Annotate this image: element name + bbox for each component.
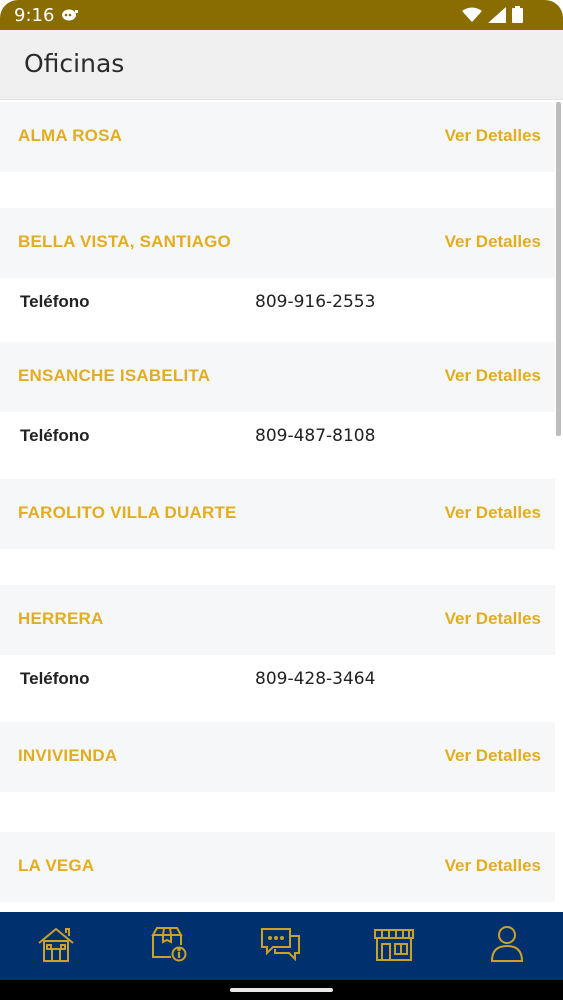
bottom-nav — [0, 912, 563, 980]
office-name: HERRERA — [18, 609, 104, 628]
office-name: ENSANCHE ISABELITA — [18, 366, 211, 385]
office-name: BELLA VISTA, SANTIAGO — [18, 232, 231, 251]
ver-detalles-link[interactable]: Ver Detalles — [445, 126, 541, 146]
ver-detalles-link[interactable]: Ver Detalles — [445, 609, 541, 629]
nav-shipments[interactable] — [139, 921, 199, 971]
office-item: HERRERA Ver Detalles Teléfono 809-428-34… — [0, 585, 555, 722]
nav-offices[interactable] — [364, 921, 424, 971]
nav-profile[interactable] — [477, 921, 537, 971]
system-gesture-bar — [0, 980, 563, 1000]
ver-detalles-link[interactable]: Ver Detalles — [445, 856, 541, 876]
office-item: LA VEGA Ver Detalles — [0, 832, 555, 912]
office-header: FAROLITO VILLA DUARTE Ver Detalles — [0, 479, 555, 549]
home-icon — [36, 925, 76, 968]
office-item: ALMA ROSA Ver Detalles — [0, 102, 555, 208]
office-name: ALMA ROSA — [18, 126, 123, 145]
office-header: INVIVIENDA Ver Detalles — [0, 722, 555, 792]
office-name: INVIVIENDA — [18, 746, 118, 765]
office-item: INVIVIENDA Ver Detalles — [0, 722, 555, 832]
app-header: Oficinas — [0, 30, 563, 100]
battery-icon — [512, 6, 523, 23]
nav-messages[interactable] — [251, 921, 311, 971]
phone-label: Teléfono — [20, 292, 90, 311]
scrollbar[interactable] — [556, 102, 561, 436]
status-bar: 9:16 — [0, 0, 563, 30]
signal-icon — [488, 6, 506, 23]
office-header: ENSANCHE ISABELITA Ver Detalles — [0, 342, 555, 412]
office-header: HERRERA Ver Detalles — [0, 585, 555, 655]
nav-home[interactable] — [26, 921, 86, 971]
phone-value: 809-487-8108 — [255, 426, 376, 446]
office-name: FAROLITO VILLA DUARTE — [18, 503, 237, 522]
ver-detalles-link[interactable]: Ver Detalles — [445, 232, 541, 252]
phone-value: 809-916-2553 — [255, 292, 376, 312]
office-header: LA VEGA Ver Detalles — [0, 832, 555, 902]
ver-detalles-link[interactable]: Ver Detalles — [445, 366, 541, 386]
office-header: ALMA ROSA Ver Detalles — [0, 102, 555, 172]
home-gesture-handle[interactable] — [230, 988, 333, 992]
wifi-icon — [462, 7, 482, 23]
office-list[interactable]: ALMA ROSA Ver Detalles BELLA VISTA, SANT… — [0, 102, 563, 912]
phone-value: 809-428-3464 — [255, 669, 376, 689]
ver-detalles-link[interactable]: Ver Detalles — [445, 746, 541, 766]
status-time: 9:16 — [14, 5, 55, 26]
office-item: ENSANCHE ISABELITA Ver Detalles Teléfono… — [0, 342, 555, 479]
notification-icon — [60, 7, 80, 28]
office-name: LA VEGA — [18, 856, 95, 875]
store-icon — [373, 926, 415, 967]
package-info-icon — [149, 925, 189, 968]
phone-label: Teléfono — [20, 669, 90, 688]
user-icon — [489, 925, 525, 968]
phone-label: Teléfono — [20, 426, 90, 445]
office-item: FAROLITO VILLA DUARTE Ver Detalles — [0, 479, 555, 585]
office-header: BELLA VISTA, SANTIAGO Ver Detalles — [0, 208, 555, 278]
office-item: BELLA VISTA, SANTIAGO Ver Detalles Teléf… — [0, 208, 555, 342]
page-title: Oficinas — [24, 49, 125, 78]
chat-icon — [259, 925, 303, 968]
ver-detalles-link[interactable]: Ver Detalles — [445, 503, 541, 523]
